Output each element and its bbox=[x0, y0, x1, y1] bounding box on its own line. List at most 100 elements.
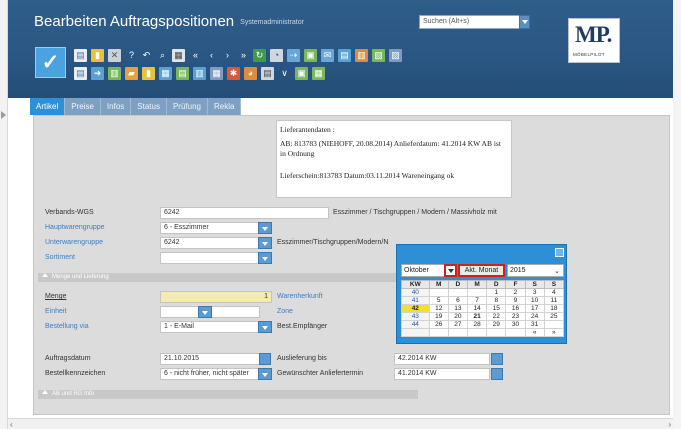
day-cell[interactable]: 19 bbox=[428, 312, 449, 321]
tab-infos[interactable]: Infos bbox=[100, 98, 132, 115]
day-cell[interactable]: 27 bbox=[447, 320, 468, 329]
day-cell[interactable]: 4 bbox=[543, 288, 565, 297]
search-input[interactable]: Suchen (Alt+s) bbox=[419, 15, 529, 29]
export-icon[interactable]: ⇢ bbox=[287, 49, 300, 62]
day-cell[interactable]: 12 bbox=[428, 304, 449, 313]
note-icon[interactable]: ▣ bbox=[295, 67, 308, 80]
filter-icon[interactable]: ▥ bbox=[355, 49, 368, 62]
prev-month-button[interactable]: « bbox=[524, 328, 545, 337]
settings-icon[interactable]: ▧ bbox=[372, 49, 385, 62]
scroll-right-icon[interactable]: › bbox=[668, 420, 671, 429]
printer-icon[interactable]: ▤ bbox=[261, 67, 274, 80]
week-number[interactable]: 43 bbox=[401, 312, 430, 321]
day-cell[interactable] bbox=[466, 288, 488, 297]
grid-icon[interactable]: ▦ bbox=[312, 67, 325, 80]
day-cell[interactable]: 20 bbox=[447, 312, 468, 321]
day-cell[interactable]: 22 bbox=[486, 312, 507, 321]
doc-icon[interactable]: ▤ bbox=[74, 67, 87, 80]
day-cell[interactable]: 13 bbox=[447, 304, 468, 313]
bestellkennzeichen-field[interactable]: 6 - nicht früher, nicht später bbox=[160, 368, 260, 380]
hauptwarengruppe-link[interactable]: Hauptwarengruppe bbox=[45, 224, 105, 231]
chart-icon[interactable]: ▥ bbox=[193, 67, 206, 80]
day-cell[interactable] bbox=[447, 288, 468, 297]
day-cell[interactable]: 1 bbox=[486, 288, 507, 297]
anliefertermin-calendar-button[interactable] bbox=[491, 368, 503, 380]
delete-icon[interactable]: ✕ bbox=[108, 49, 121, 62]
sortiment-link[interactable]: Sortiment bbox=[45, 254, 75, 261]
day-cell[interactable]: 24 bbox=[524, 312, 545, 321]
report-icon[interactable]: ▨ bbox=[389, 49, 402, 62]
week-number[interactable]: 44 bbox=[401, 320, 430, 329]
current-week-number[interactable]: 42 bbox=[401, 304, 430, 313]
day-cell[interactable]: 6 bbox=[447, 296, 468, 305]
einheit-link[interactable]: Einheit bbox=[45, 308, 66, 315]
auftragsdatum-calendar-button[interactable] bbox=[259, 353, 271, 365]
refresh-icon[interactable]: ↻ bbox=[253, 49, 266, 62]
print-icon[interactable]: ▦ bbox=[172, 49, 185, 62]
day-cell[interactable]: 17 bbox=[524, 304, 545, 313]
next-icon[interactable]: › bbox=[221, 49, 234, 62]
day-cell[interactable]: 25 bbox=[543, 312, 565, 321]
einheit-dropdown[interactable] bbox=[198, 306, 212, 318]
verbands-field[interactable]: 6242 bbox=[160, 207, 329, 219]
day-cell[interactable]: 31 bbox=[524, 320, 545, 329]
pie-chart-icon[interactable]: ◕ bbox=[244, 67, 257, 80]
tab-pruefung[interactable]: Prüfung bbox=[166, 98, 208, 115]
tab-artikel[interactable]: Artikel bbox=[30, 98, 66, 115]
day-cell[interactable]: 9 bbox=[505, 296, 526, 305]
year-select[interactable]: 2015 ⌄ bbox=[507, 264, 564, 277]
search-dropdown-button[interactable] bbox=[519, 15, 530, 29]
last-icon[interactable]: » bbox=[237, 49, 250, 62]
day-cell[interactable]: 29 bbox=[486, 320, 507, 329]
unterwarengruppe-link[interactable]: Unterwarengruppe bbox=[45, 239, 103, 246]
auftragsdatum-field[interactable]: 21.10.2015 bbox=[160, 353, 260, 365]
close-icon[interactable] bbox=[555, 248, 564, 257]
section-menge-header[interactable]: Menge und Lieferung bbox=[38, 273, 418, 282]
day-cell[interactable]: 16 bbox=[505, 304, 526, 313]
prev-icon[interactable]: ‹ bbox=[205, 49, 218, 62]
email-icon[interactable]: ✉ bbox=[321, 49, 334, 62]
tab-preise[interactable]: Preise bbox=[65, 98, 101, 115]
hauptwarengruppe-dropdown[interactable] bbox=[258, 222, 272, 234]
unterwarengruppe-dropdown[interactable] bbox=[258, 237, 272, 249]
scroll-left-icon[interactable]: ‹ bbox=[10, 420, 13, 429]
left-panel-edge[interactable] bbox=[0, 0, 8, 429]
expand-arrow-icon[interactable] bbox=[1, 111, 6, 119]
day-cell[interactable]: 23 bbox=[505, 312, 526, 321]
image-icon[interactable]: ▤ bbox=[338, 49, 351, 62]
forward-icon[interactable]: ➜ bbox=[91, 67, 104, 80]
next-month-button[interactable]: » bbox=[543, 328, 565, 337]
search-icon[interactable]: ⌕ bbox=[156, 49, 169, 62]
day-cell[interactable]: 26 bbox=[428, 320, 449, 329]
table-icon[interactable]: ▦ bbox=[210, 67, 223, 80]
horizontal-scrollbar[interactable]: ‹ › bbox=[8, 418, 673, 429]
bestellung-dropdown[interactable] bbox=[258, 321, 272, 333]
flag-icon[interactable]: ✱ bbox=[227, 67, 240, 80]
day-cell[interactable]: 8 bbox=[486, 296, 507, 305]
warenherkunft-link[interactable]: Warenherkunft bbox=[277, 293, 323, 300]
calendar-icon[interactable]: ▦ bbox=[159, 67, 172, 80]
sortiment-field[interactable] bbox=[160, 252, 260, 264]
sortiment-dropdown[interactable] bbox=[258, 252, 272, 264]
filter-funnel-icon[interactable]: ∨ bbox=[278, 67, 291, 80]
auslieferung-calendar-button[interactable] bbox=[491, 353, 503, 365]
today-cell[interactable]: 21 bbox=[466, 312, 488, 321]
bestellung-field[interactable]: 1 - E-Mail bbox=[160, 321, 260, 333]
undo-icon[interactable]: ↶ bbox=[140, 49, 153, 62]
week-number[interactable]: 40 bbox=[401, 288, 430, 297]
day-cell[interactable] bbox=[428, 288, 449, 297]
unterwarengruppe-field[interactable]: 6242 bbox=[160, 237, 260, 249]
truck-icon[interactable]: ▰ bbox=[125, 67, 138, 80]
copy-icon[interactable]: ▣ bbox=[304, 49, 317, 62]
day-cell[interactable]: 14 bbox=[466, 304, 488, 313]
day-cell[interactable]: 15 bbox=[486, 304, 507, 313]
day-cell[interactable]: 3 bbox=[524, 288, 545, 297]
day-cell[interactable]: 28 bbox=[466, 320, 488, 329]
day-cell[interactable]: 2 bbox=[505, 288, 526, 297]
list-icon[interactable]: ▥ bbox=[108, 67, 121, 80]
menge-field[interactable]: 1 bbox=[160, 291, 272, 303]
day-cell[interactable]: 18 bbox=[543, 304, 565, 313]
bestellung-link[interactable]: Bestellung via bbox=[45, 323, 89, 330]
help-icon[interactable]: ? bbox=[125, 49, 138, 62]
tab-rekla[interactable]: Rekla bbox=[207, 98, 242, 115]
